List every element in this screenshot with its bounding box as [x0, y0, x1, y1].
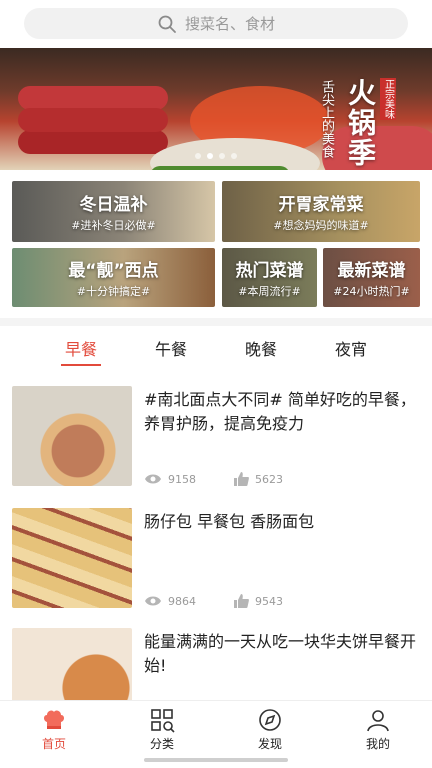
banner-dot [231, 153, 237, 159]
banner-image-greens [150, 166, 290, 170]
like-count: 9543 [255, 594, 283, 608]
banner-indicator [0, 153, 432, 159]
recipe-title: 肠仔包 早餐包 香肠面包 [144, 512, 315, 531]
view-count: 9864 [168, 594, 196, 608]
like-count: 5623 [255, 472, 283, 486]
recipe-thumbnail [12, 386, 132, 486]
banner-dot-active [207, 153, 213, 159]
view-count: 9158 [168, 472, 196, 486]
recipe-thumbnail [12, 628, 132, 700]
tile-title: 最新菜谱 [337, 261, 406, 281]
search-icon [158, 15, 176, 33]
nav-label: 分类 [149, 737, 174, 751]
recipe-title: #南北面点大不同# 简单好吃的早餐，养胃护肠，提高免疫力 [144, 390, 416, 433]
nav-profile[interactable]: 我的 [343, 701, 413, 768]
tab-breakfast[interactable]: 早餐 [60, 330, 102, 366]
user-icon [367, 710, 389, 732]
banner-image-meat [18, 108, 168, 132]
nav-home[interactable]: 首页 [19, 701, 89, 768]
recipe-card[interactable]: 能量满满的一天从吃一块华夫饼早餐开始! [0, 628, 432, 700]
category-grid-icon [151, 709, 175, 733]
tile-subtitle: #十分钟搞定# [76, 285, 151, 298]
eye-icon [145, 596, 161, 606]
tile-subtitle: #想念妈妈的味道# [273, 219, 369, 232]
tile-title: 开胃家常菜 [278, 195, 364, 215]
banner-subtitle: 舌尖上的美食 [319, 80, 334, 158]
banner-tag: 正宗美味 [380, 78, 396, 120]
tab-lunch[interactable]: 午餐 [155, 330, 187, 366]
home-indicator[interactable] [144, 758, 288, 762]
tile-winter-tonic[interactable]: 冬日温补 #进补冬日必做# [12, 181, 215, 242]
tile-title: 最“靓”西点 [68, 261, 159, 281]
recipe-title: 能量满满的一天从吃一块华夫饼早餐开始! [144, 632, 417, 675]
tile-subtitle: #24小时热门# [333, 285, 410, 298]
tile-subtitle: #本周流行# [238, 285, 301, 298]
compass-icon [259, 709, 281, 731]
banner-dot [219, 153, 225, 159]
section-divider [0, 318, 432, 326]
tile-hot-recipes[interactable]: 热门菜谱 #本周流行# [222, 248, 317, 307]
search-placeholder: 搜菜名、食材 [184, 15, 275, 33]
nav-label: 我的 [365, 737, 390, 751]
tile-newest-recipes[interactable]: 最新菜谱 #24小时热门# [323, 248, 420, 307]
tab-late-night[interactable]: 夜宵 [335, 330, 367, 366]
thumbs-up-icon[interactable] [234, 472, 249, 486]
search-bar[interactable]: 搜菜名、食材 [24, 8, 408, 39]
nav-label: 发现 [257, 737, 282, 751]
tab-dinner[interactable]: 晚餐 [245, 330, 277, 366]
eye-icon [145, 474, 161, 484]
meal-tabs: 早餐 午餐 晚餐 夜宵 [0, 330, 432, 370]
banner-dot [195, 153, 201, 159]
thumbs-up-icon[interactable] [234, 594, 249, 608]
recipe-card[interactable]: 肠仔包 早餐包 香肠面包 9864 9543 [0, 508, 432, 618]
recipe-card[interactable]: #南北面点大不同# 简单好吃的早餐，养胃护肠，提高免疫力 9158 5623 [0, 386, 432, 496]
tile-subtitle: #进补冬日必做# [71, 219, 156, 232]
recipe-thumbnail [12, 508, 132, 608]
nav-label: 首页 [41, 737, 66, 751]
tile-title: 热门菜谱 [235, 261, 304, 281]
recipe-stats: 9864 9543 [144, 594, 283, 608]
hotpot-banner[interactable]: 舌尖上的美食 火锅季 正宗美味 [0, 48, 432, 170]
recipe-stats: 9158 5623 [144, 472, 283, 486]
tile-western-pastry[interactable]: 最“靓”西点 #十分钟搞定# [12, 248, 215, 307]
tile-title: 冬日温补 [79, 195, 148, 215]
tile-appetizing-home-dishes[interactable]: 开胃家常菜 #想念妈妈的味道# [222, 181, 420, 242]
chef-hat-icon [44, 710, 64, 729]
